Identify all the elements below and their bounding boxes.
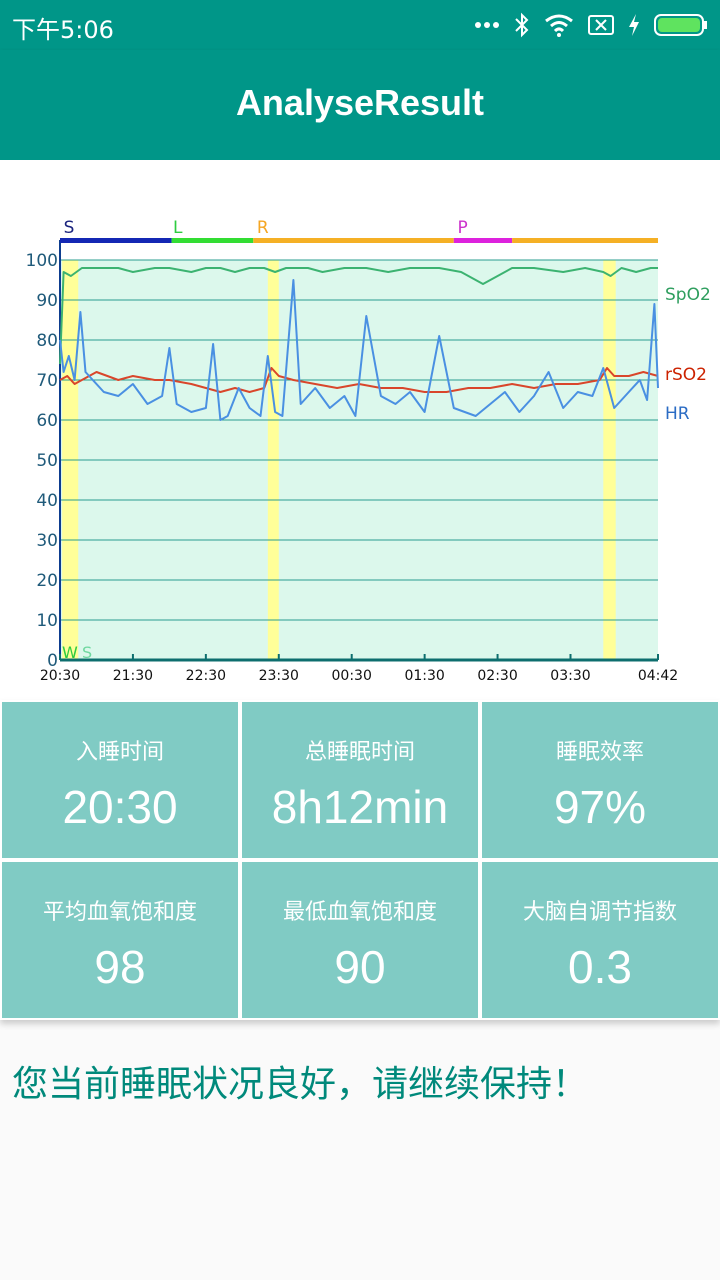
status-icons xyxy=(474,10,708,40)
stats-grid: 入睡时间 20:30 总睡眠时间 8h12min 睡眠效率 97% 平均血氧饱和… xyxy=(0,700,720,1020)
bluetooth-icon xyxy=(515,12,529,38)
stat-label: 睡眠效率 xyxy=(555,740,644,765)
sleep-stage-segment xyxy=(453,238,513,243)
x-tick-label: 00:30 xyxy=(332,668,372,684)
x-tick-label: 01:30 xyxy=(404,668,444,684)
stat-min-spo2: 最低血氧饱和度 90 xyxy=(242,862,478,1018)
sleep-stage-label: R xyxy=(257,218,269,238)
stat-value: 98 xyxy=(94,941,146,993)
stat-sleep-onset: 入睡时间 20:30 xyxy=(2,702,238,858)
y-tick-label: 20 xyxy=(36,571,58,591)
y-tick-label: 40 xyxy=(36,491,58,511)
status-bar: 下午5:06 xyxy=(0,0,720,50)
stat-brain-autoregulation: 大脑自调节指数 0.3 xyxy=(482,862,718,1018)
sleep-chart: 010203040506070809010020:30 21:30 22:30 23:… xyxy=(26,218,711,684)
sleep-stage-label: P xyxy=(457,218,467,238)
x-tick-label: 03:30 xyxy=(550,668,590,684)
stat-label: 总睡眠时间 xyxy=(304,740,415,765)
sim-icon xyxy=(588,15,614,35)
y-tick-label: 10 xyxy=(36,611,58,631)
stat-label: 平均血氧饱和度 xyxy=(42,900,197,925)
sleep-stage-segment xyxy=(512,238,658,243)
sleep-stage-segment xyxy=(253,238,454,243)
y-tick-label: 80 xyxy=(36,331,58,351)
x-tick-label: 21:30 xyxy=(113,668,153,684)
y-tick-label: 60 xyxy=(36,411,58,431)
stat-value: 90 xyxy=(334,941,386,993)
charging-icon xyxy=(629,14,639,36)
y-tick-label: 90 xyxy=(36,291,58,311)
sleep-marker-label: S xyxy=(82,643,92,662)
stat-value: 97% xyxy=(553,781,647,833)
battery-icon xyxy=(654,14,707,36)
x-tick-label: 22:30 xyxy=(186,668,226,684)
stat-label: 最低血氧饱和度 xyxy=(282,900,437,925)
sleep-status-message: 您当前睡眠状况良好，请继续保持！ xyxy=(12,1064,589,1105)
sleep-stage-label: L xyxy=(173,218,183,238)
x-tick-label: 20:30 xyxy=(40,668,80,684)
x-tick-label: 23:30 xyxy=(259,668,299,684)
chart-card: 0 10 20 30 40 50 60 70 80 90 100 20:30 21:30 22:30 23:… xyxy=(0,160,720,700)
stat-sleep-efficiency: 睡眠效率 97% xyxy=(482,702,718,858)
stat-value: 8h12min xyxy=(271,781,449,833)
sleep-stage-label: S xyxy=(64,218,75,238)
series-label-spo2: SpO2 xyxy=(665,285,711,305)
stat-avg-spo2: 平均血氧饱和度 98 xyxy=(2,862,238,1018)
more-dots-icon xyxy=(475,22,499,28)
stat-value: 20:30 xyxy=(62,781,178,833)
series-label-hr: HR xyxy=(665,404,690,424)
sleep-stage-segment xyxy=(171,238,254,243)
stat-value: 0.3 xyxy=(568,941,632,993)
stat-total-sleep: 总睡眠时间 8h12min xyxy=(242,702,478,858)
wake-marker-label: W xyxy=(62,643,78,662)
y-tick-label: 70 xyxy=(36,371,58,391)
series-label-rso2: rSO2 xyxy=(665,365,707,385)
status-time: 下午5:06 xyxy=(12,16,114,44)
stat-label: 大脑自调节指数 xyxy=(522,900,677,925)
y-tick-label: 50 xyxy=(36,451,58,471)
sleep-stage-segment xyxy=(60,238,172,243)
page-title: AnalyseResult xyxy=(235,82,485,123)
stat-label: 入睡时间 xyxy=(75,740,164,765)
app-bar: AnalyseResult xyxy=(0,50,720,160)
x-tick-label: 04:42 xyxy=(638,668,678,684)
wifi-icon xyxy=(545,14,573,37)
y-tick-label: 100 xyxy=(26,251,58,271)
y-tick-label: 30 xyxy=(36,531,58,551)
x-tick-label: 02:30 xyxy=(477,668,517,684)
